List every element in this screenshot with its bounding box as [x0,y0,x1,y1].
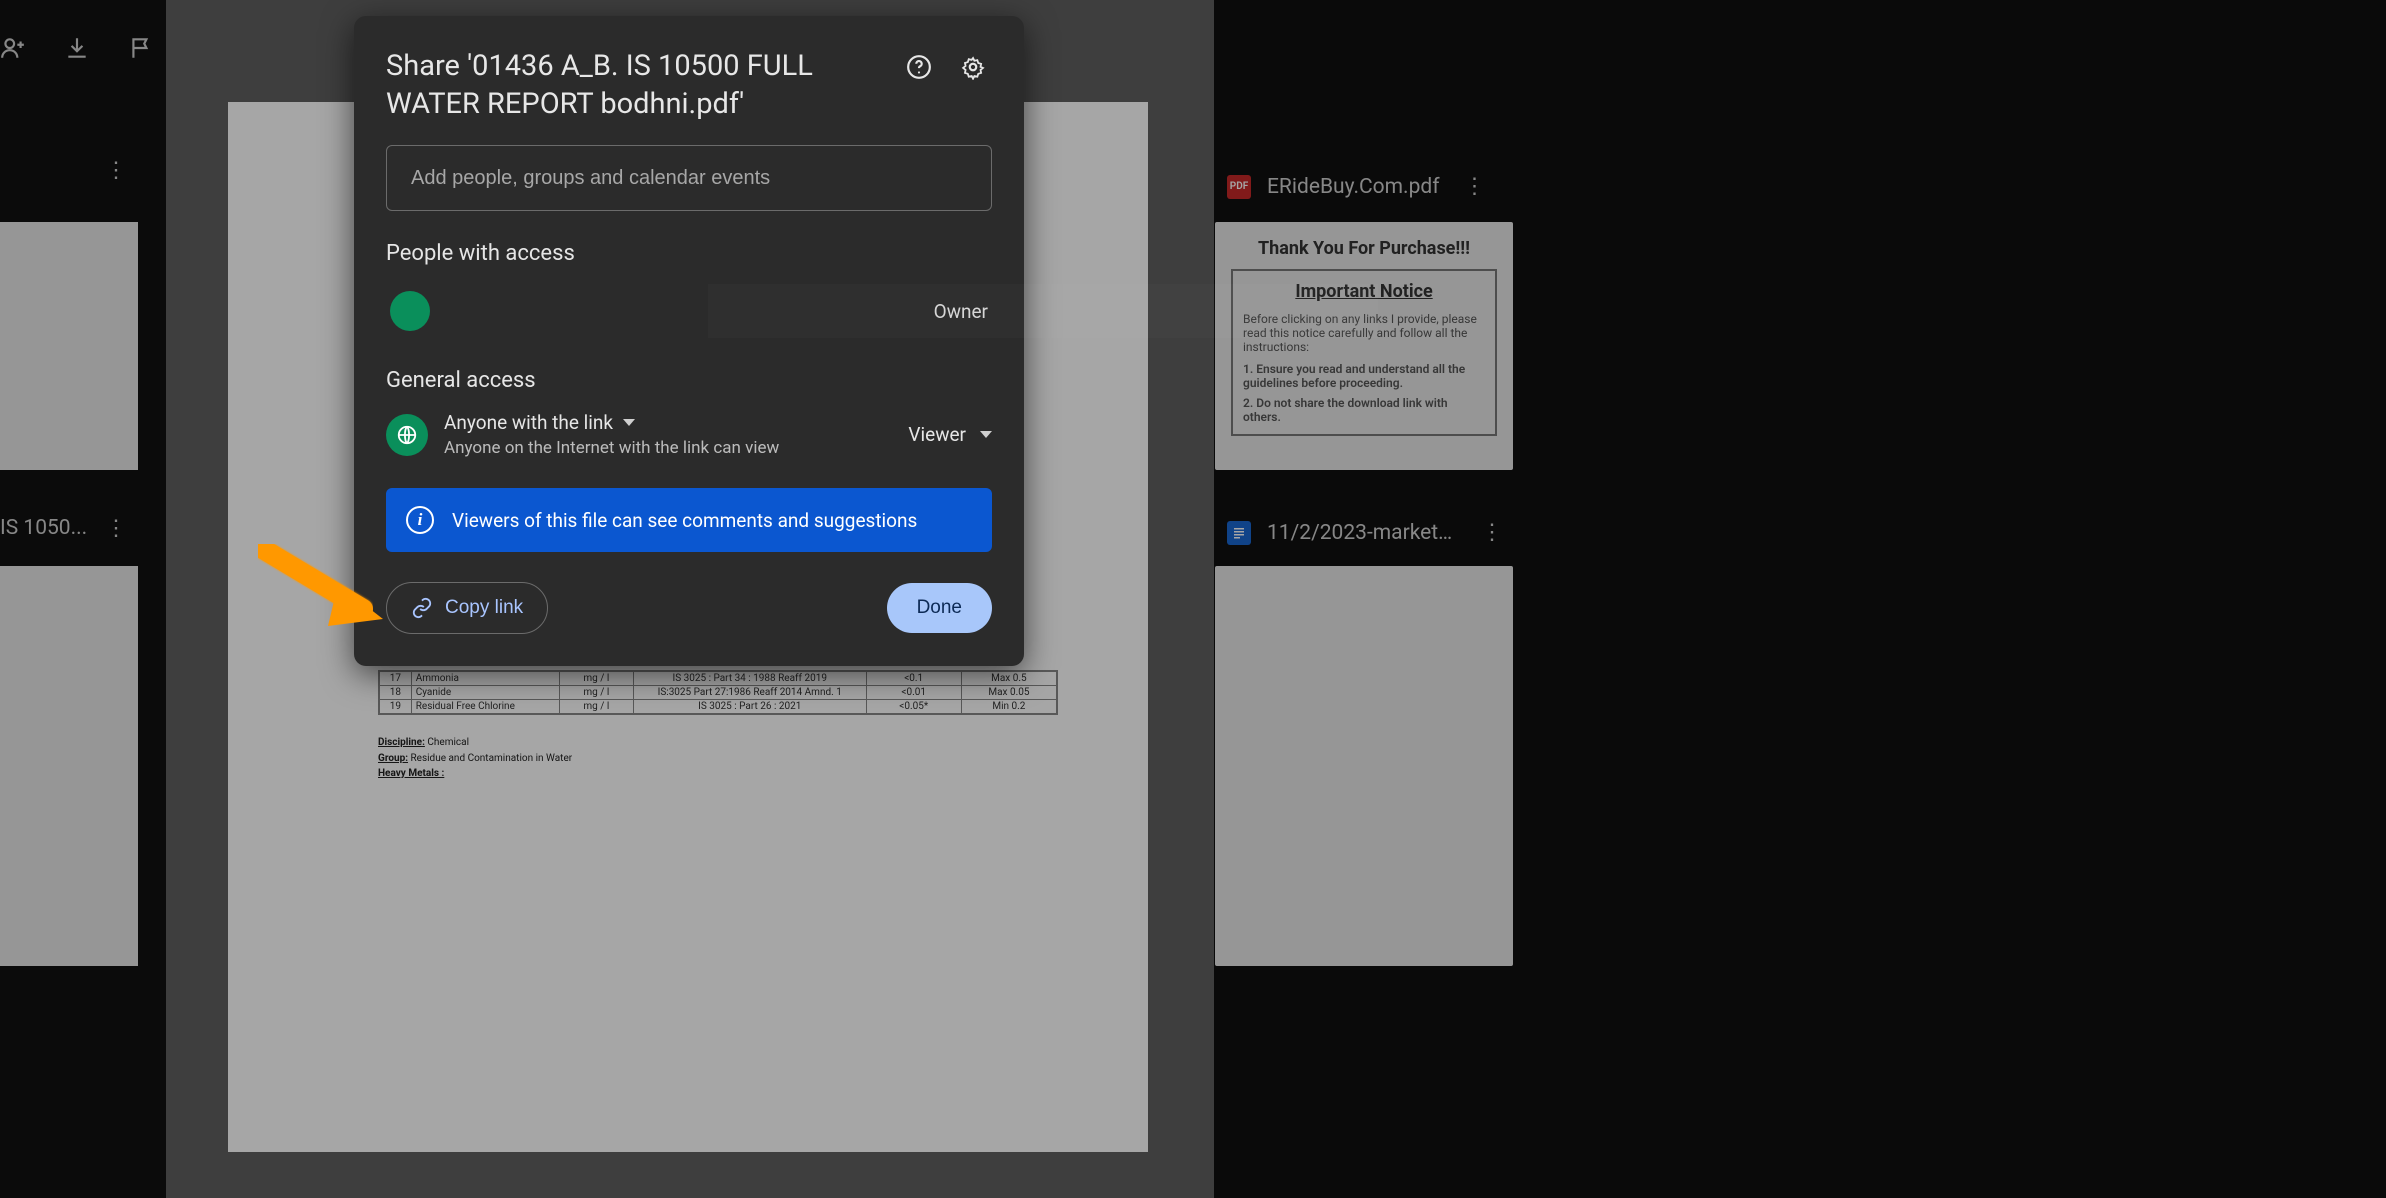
owner-avatar [390,291,430,331]
dialog-title: Share '01436 A_B. IS 10500 FULL WATER RE… [386,48,884,123]
owner-row: Owner [386,284,992,338]
help-button[interactable] [900,48,938,86]
copy-link-label: Copy link [445,597,523,619]
role-label: Viewer [908,423,966,446]
settings-button[interactable] [954,48,992,86]
chevron-down-icon [623,419,635,426]
info-icon [406,506,434,534]
owner-role-label: Owner [934,300,988,323]
add-people-input[interactable] [386,145,992,211]
globe-icon [386,414,428,456]
people-with-access-label: People with access [386,241,992,266]
role-dropdown[interactable]: Viewer [908,423,992,446]
link-icon [411,597,433,619]
done-button[interactable]: Done [887,583,992,633]
info-banner: Viewers of this file can see comments an… [386,488,992,552]
copy-link-button[interactable]: Copy link [386,582,548,634]
link-scope-dropdown[interactable]: Anyone with the link [444,411,892,434]
chevron-down-icon [980,431,992,438]
general-access-label: General access [386,368,992,393]
link-scope-sub: Anyone on the Internet with the link can… [444,438,892,458]
info-banner-text: Viewers of this file can see comments an… [452,509,917,532]
share-dialog: Share '01436 A_B. IS 10500 FULL WATER RE… [354,16,1024,666]
link-scope-label: Anyone with the link [444,411,613,434]
